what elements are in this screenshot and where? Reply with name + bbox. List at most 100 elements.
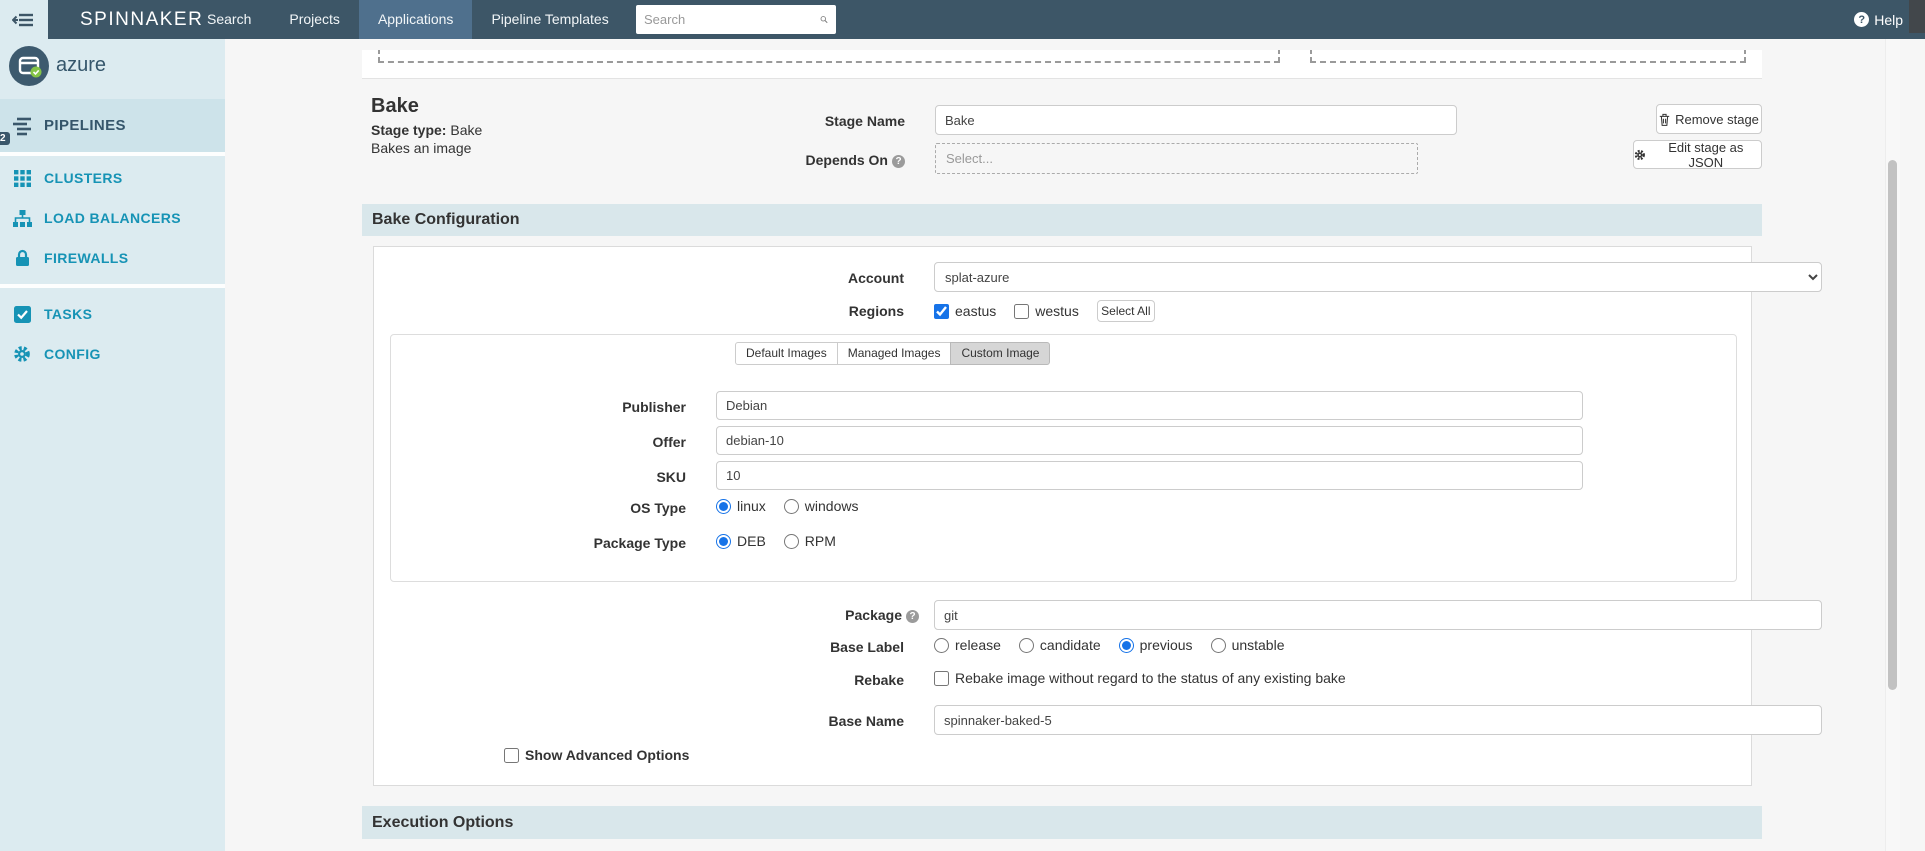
show-advanced-checkbox[interactable] bbox=[504, 747, 519, 763]
base-name-input[interactable] bbox=[934, 705, 1822, 735]
package-type-radio-deb[interactable] bbox=[716, 533, 731, 549]
tab-managed-images[interactable]: Managed Images bbox=[836, 342, 952, 365]
base-label-options: release candidate previous unstable bbox=[934, 637, 1297, 653]
publisher-input[interactable] bbox=[716, 391, 1583, 420]
os-label-windows[interactable]: windows bbox=[805, 498, 859, 514]
stage-title: Bake bbox=[371, 95, 419, 117]
tab-default-images[interactable]: Default Images bbox=[735, 342, 838, 365]
rebake-text[interactable]: Rebake image without regard to the statu… bbox=[955, 670, 1346, 686]
clusters-label: CLUSTERS bbox=[44, 170, 123, 186]
region-checkbox-eastus[interactable] bbox=[934, 303, 949, 319]
sidebar-item-load-balancers[interactable]: LOAD BALANCERS bbox=[0, 198, 225, 238]
gear-icon bbox=[1634, 149, 1645, 160]
search-input[interactable] bbox=[644, 12, 820, 27]
base-label-radio-candidate[interactable] bbox=[1018, 637, 1034, 653]
sidebar-item-tasks[interactable]: TASKS bbox=[0, 294, 225, 334]
os-radio-windows[interactable] bbox=[783, 498, 799, 514]
clusters-grid-icon bbox=[0, 169, 44, 187]
scrollbar-corner bbox=[1909, 0, 1925, 33]
account-select[interactable]: splat-azure bbox=[934, 262, 1822, 292]
offer-label: Offer bbox=[652, 434, 686, 450]
package-type-label-deb[interactable]: DEB bbox=[737, 533, 766, 549]
stage-drop-target[interactable] bbox=[378, 50, 1280, 63]
sku-input[interactable] bbox=[716, 461, 1583, 490]
region-label-westus[interactable]: westus bbox=[1035, 303, 1079, 319]
show-advanced-option: Show Advanced Options bbox=[504, 747, 701, 763]
stage-type-value: Bake bbox=[450, 122, 483, 138]
offer-input[interactable] bbox=[716, 426, 1583, 455]
package-type-radio-rpm[interactable] bbox=[783, 533, 799, 549]
base-label-radio-previous[interactable] bbox=[1118, 637, 1134, 653]
global-search-box[interactable] bbox=[636, 5, 836, 34]
lock-icon bbox=[0, 249, 44, 267]
publisher-label: Publisher bbox=[622, 399, 686, 415]
base-label-candidate[interactable]: candidate bbox=[1040, 637, 1101, 653]
package-type-options: DEB RPM bbox=[716, 533, 848, 549]
os-label-linux[interactable]: linux bbox=[737, 498, 766, 514]
application-name: azure bbox=[56, 54, 107, 76]
base-label-release[interactable]: release bbox=[955, 637, 1001, 653]
main-content: Bake Stage type: Bake Bakes an image Sta… bbox=[225, 39, 1885, 851]
package-help-icon[interactable]: ? bbox=[906, 610, 919, 623]
stage-drop-target[interactable] bbox=[1310, 50, 1746, 63]
stage-name-input[interactable] bbox=[935, 105, 1457, 135]
os-radio-linux[interactable] bbox=[716, 498, 731, 514]
edit-stage-json-button[interactable]: Edit stage as JSON bbox=[1633, 140, 1762, 170]
gear-icon bbox=[0, 345, 44, 363]
spinnaker-logo: SPINNAKER bbox=[80, 9, 204, 30]
collapse-nav-button[interactable] bbox=[0, 0, 48, 39]
tab-custom-image[interactable]: Custom Image bbox=[950, 342, 1051, 365]
regions-options: eastus westus Select All bbox=[934, 300, 1155, 322]
base-label-radio-release[interactable] bbox=[934, 637, 949, 653]
base-label-unstable[interactable]: unstable bbox=[1232, 637, 1285, 653]
remove-stage-button[interactable]: Remove stage bbox=[1656, 104, 1762, 134]
sidebar-item-firewalls[interactable]: FIREWALLS bbox=[0, 238, 225, 278]
depends-on-select[interactable]: Select... bbox=[935, 143, 1418, 174]
regions-label: Regions bbox=[848, 303, 904, 319]
sidebar-item-pipelines[interactable]: 2 PIPELINES bbox=[0, 99, 225, 152]
bake-configuration-header: Bake Configuration bbox=[362, 204, 1762, 236]
hamburger-collapse-icon bbox=[12, 13, 33, 26]
region-checkbox-westus[interactable] bbox=[1014, 303, 1030, 319]
show-advanced-label[interactable]: Show Advanced Options bbox=[525, 747, 689, 763]
scrollbar-thumb[interactable] bbox=[1888, 160, 1897, 690]
base-label-radio-unstable[interactable] bbox=[1210, 637, 1226, 653]
tasks-label: TASKS bbox=[44, 306, 93, 322]
depends-on-placeholder: Select... bbox=[946, 151, 993, 166]
base-label-label: Base Label bbox=[830, 639, 904, 655]
application-icon bbox=[9, 46, 49, 86]
nav-item-search[interactable]: Search bbox=[188, 0, 270, 39]
rebake-label: Rebake bbox=[854, 672, 904, 688]
sidebar-item-config[interactable]: CONFIG bbox=[0, 334, 225, 374]
base-name-label: Base Name bbox=[828, 713, 905, 729]
rebake-option: Rebake image without regard to the statu… bbox=[934, 670, 1358, 686]
bake-configuration-card: Account splat-azure Regions eastus westu… bbox=[373, 246, 1822, 786]
pipelines-label: PIPELINES bbox=[44, 117, 126, 134]
depends-on-label: Depends On? bbox=[705, 152, 905, 168]
nav-item-applications[interactable]: Applications bbox=[358, 0, 473, 39]
os-type-label: OS Type bbox=[630, 500, 686, 516]
nav-item-projects[interactable]: Projects bbox=[270, 0, 359, 39]
stage-type-label: Stage type: bbox=[371, 122, 447, 138]
pipeline-graph-strip bbox=[362, 50, 1762, 79]
sidebar-item-clusters[interactable]: CLUSTERS bbox=[0, 158, 225, 198]
depends-on-help-icon[interactable]: ? bbox=[892, 155, 905, 168]
select-all-regions-button[interactable]: Select All bbox=[1096, 300, 1155, 322]
application-header[interactable]: azure bbox=[0, 39, 225, 99]
package-input[interactable] bbox=[934, 600, 1822, 630]
sidebar-divider bbox=[0, 284, 225, 288]
base-label-previous[interactable]: previous bbox=[1140, 637, 1193, 653]
rebake-checkbox[interactable] bbox=[934, 670, 949, 686]
navbar-menu: Search Projects Applications Pipeline Te… bbox=[188, 0, 628, 39]
package-type-label-rpm[interactable]: RPM bbox=[805, 533, 836, 549]
package-type-label: Package Type bbox=[593, 535, 686, 551]
nav-item-pipeline-templates[interactable]: Pipeline Templates bbox=[472, 0, 627, 39]
help-link[interactable]: ? Help bbox=[1854, 0, 1903, 39]
app-sidebar: azure 2 PIPELINES CLUSTERS LOAD BALANCER… bbox=[0, 39, 225, 851]
region-label-eastus[interactable]: eastus bbox=[955, 303, 996, 319]
package-label: Package? bbox=[704, 607, 919, 623]
image-source-panel: Default Images Managed Images Custom Ima… bbox=[390, 334, 1737, 582]
load-balancers-label: LOAD BALANCERS bbox=[44, 210, 182, 226]
search-icon bbox=[820, 16, 828, 24]
execution-options-header: Execution Options bbox=[362, 806, 1762, 839]
